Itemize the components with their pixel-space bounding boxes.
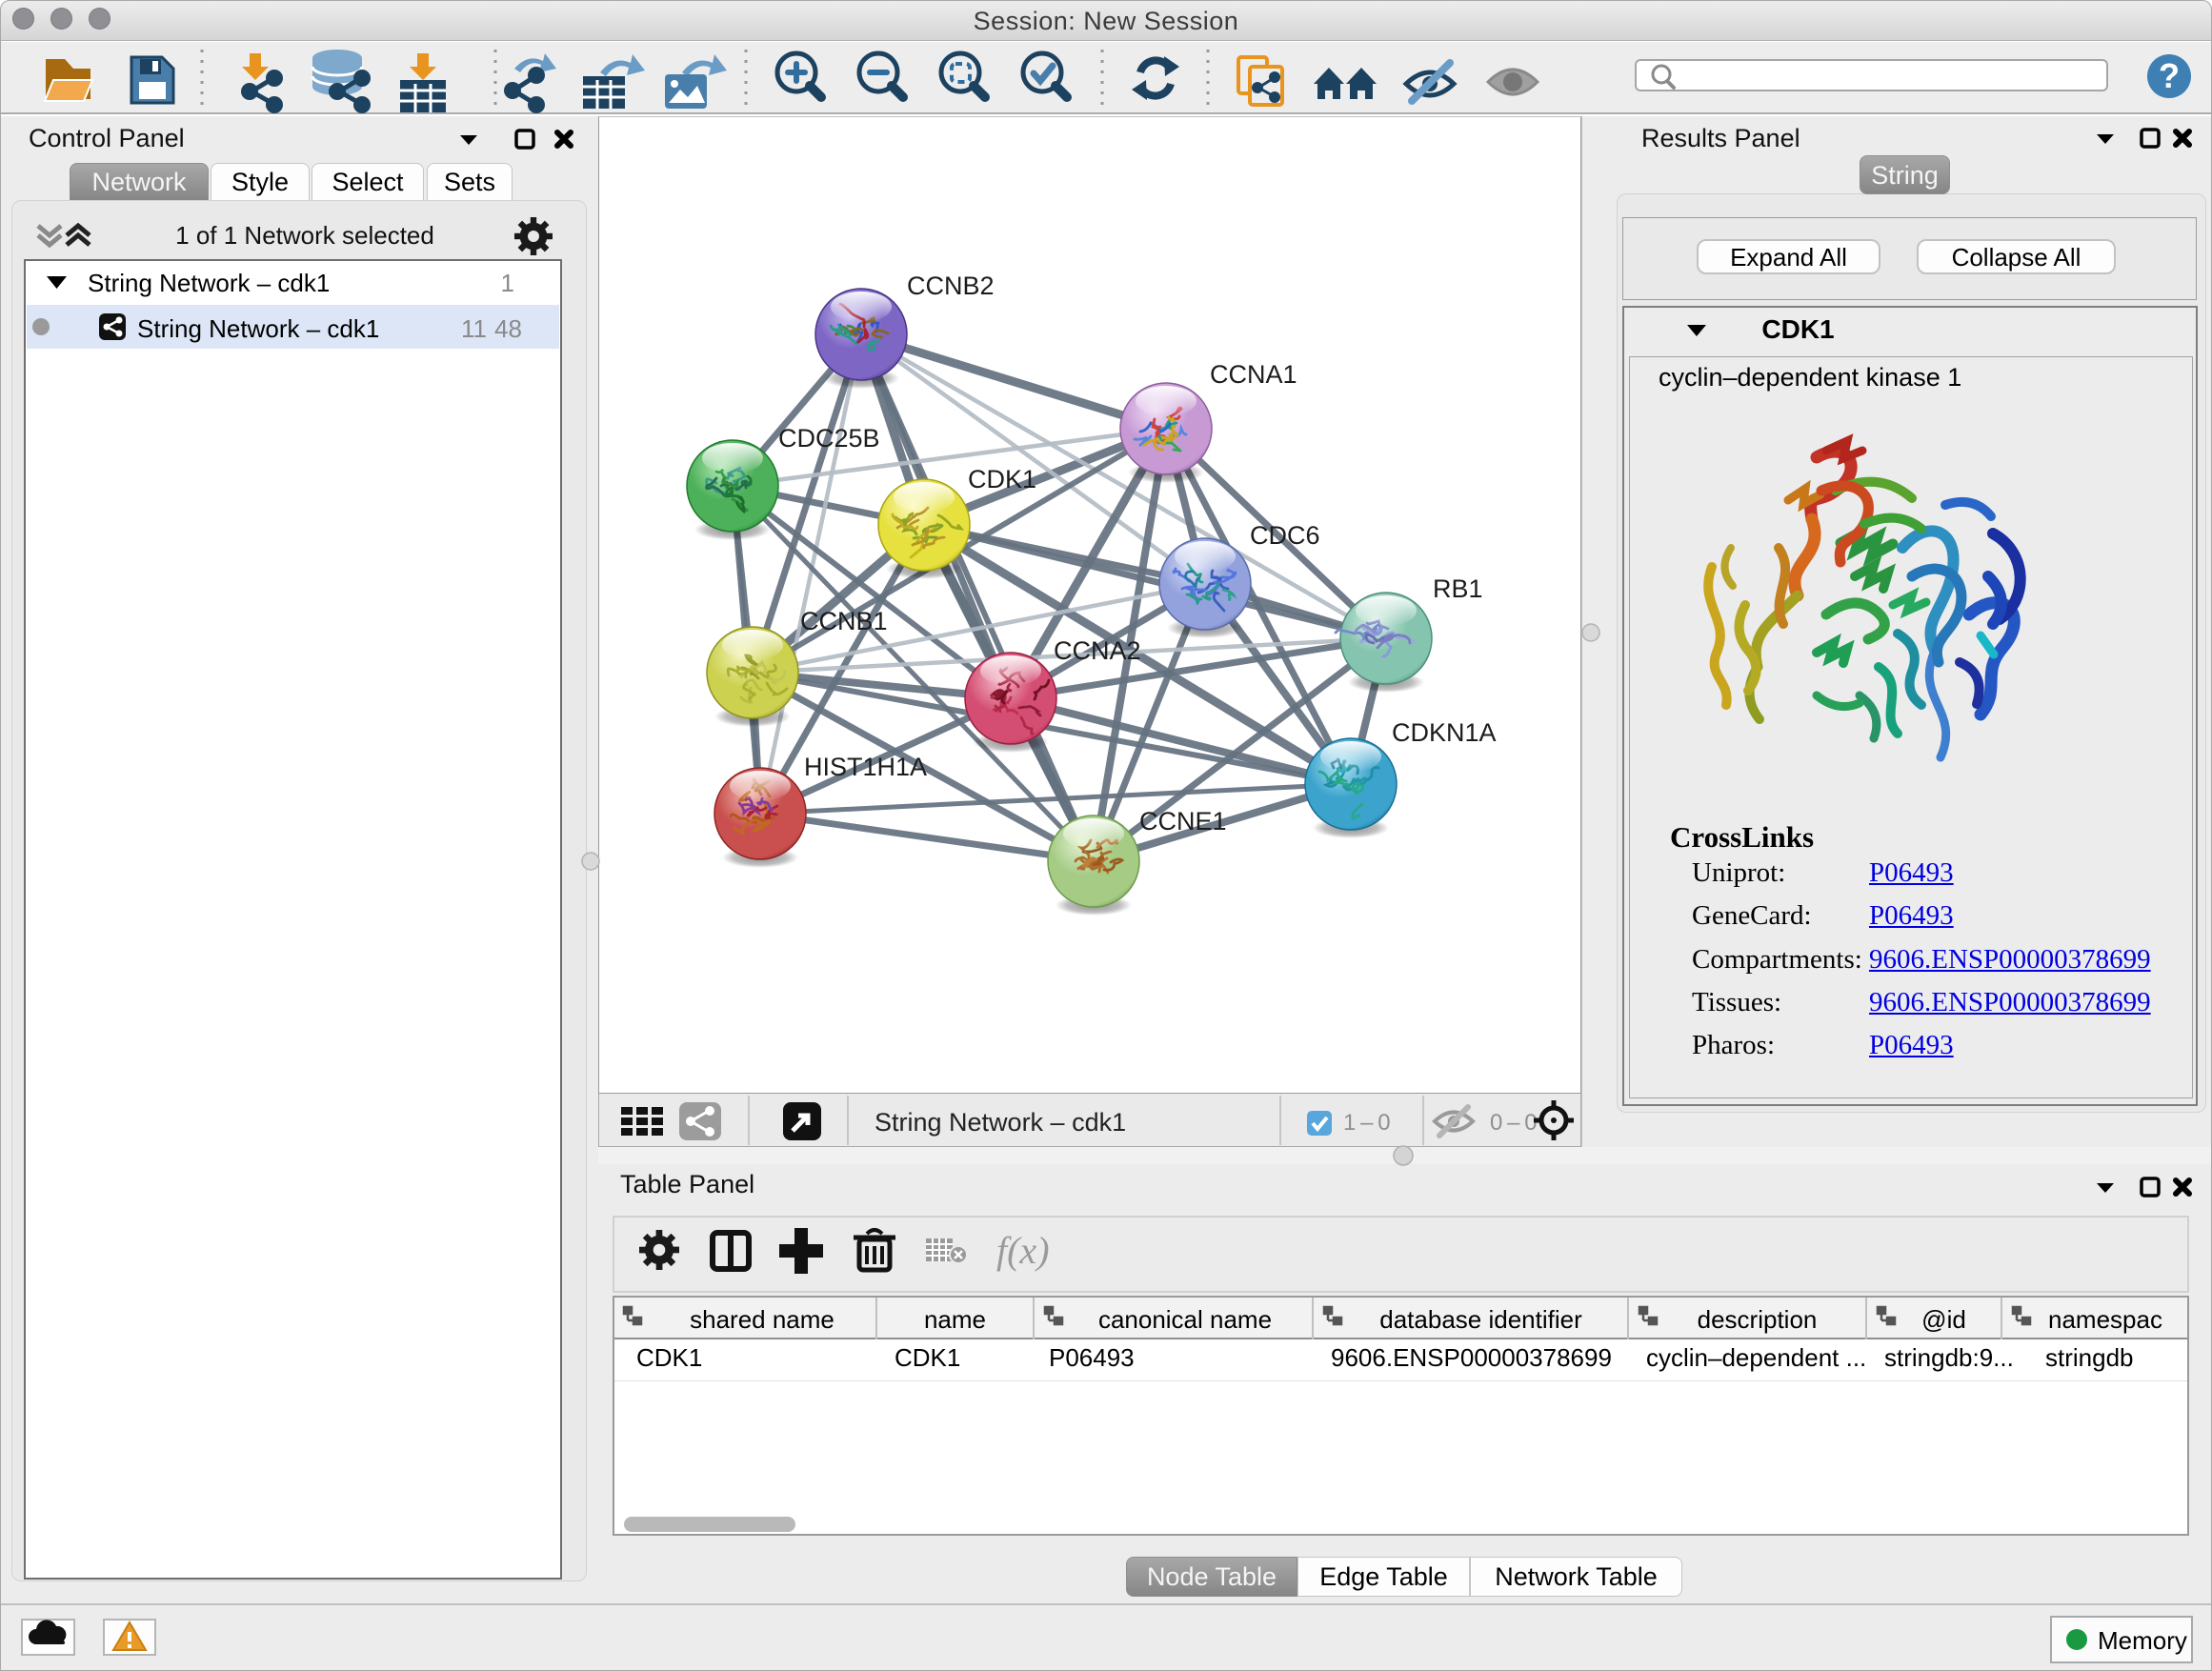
svg-text:?: ?	[2159, 56, 2180, 95]
svg-text:f(x): f(x)	[996, 1229, 1050, 1272]
